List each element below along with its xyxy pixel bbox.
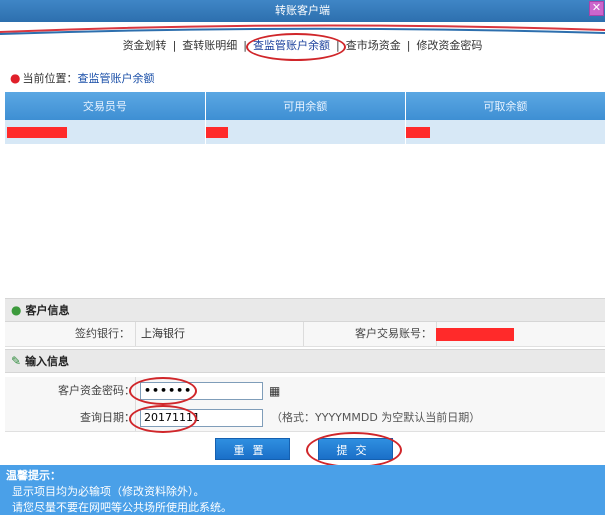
window-title: 转账客户端 (275, 4, 330, 17)
cell-divider (135, 322, 136, 346)
bank-label: 签约银行： (75, 327, 130, 340)
column-header-withdrawable-balance: 可取余额 (405, 92, 605, 120)
window-titlebar: 转账客户端 ✕ (0, 0, 605, 22)
location-link[interactable]: 查监管账户余额 (77, 72, 154, 85)
tips-line-2: 请您尽量不要在网吧等公共场所使用此系统。 (12, 501, 232, 514)
header-swoosh-decoration (0, 22, 605, 36)
breadcrumb: ● 当前位置：查监管账户余额 (10, 70, 154, 86)
keyboard-icon[interactable]: ▦ (269, 377, 280, 405)
cell-withdrawable-balance (405, 120, 605, 144)
location-pin-icon: ● (10, 71, 21, 85)
column-header-available-balance: 可用余额 (205, 92, 406, 120)
nav-item-transfer[interactable]: 资金划转 (120, 39, 170, 52)
account-label: 客户交易账号： (355, 327, 432, 340)
nav-separator: | (336, 39, 340, 52)
password-row: 客户资金密码： •••••• ▦ (5, 377, 605, 406)
tips-line-1: 显示项目均为必输项（修改资料除外）。 (12, 485, 205, 498)
cell-trader-id (5, 120, 206, 144)
nav-item-market-funds[interactable]: 查市场资金 (343, 39, 404, 52)
date-label: 查询日期： (80, 411, 135, 424)
nav-separator: | (406, 39, 411, 52)
tips-panel: 温馨提示： 显示项目均为必输项（修改资料除外）。 请您尽量不要在网吧等公共场所使… (0, 465, 605, 515)
redaction-block (436, 328, 514, 341)
cell-available-balance (205, 120, 406, 144)
password-label: 客户资金密码： (58, 384, 135, 397)
password-input[interactable]: •••••• (140, 382, 263, 400)
cell-divider (135, 405, 136, 431)
redaction-block (7, 127, 67, 138)
section-input-info: ✎ 输入信息 (5, 349, 605, 373)
nav-item-supervised-balance[interactable]: 查监管账户余额 (250, 39, 333, 52)
tips-title: 温馨提示： (6, 469, 61, 482)
date-input[interactable]: 20171111 (140, 409, 263, 427)
balance-table: 交易员号 可用余额 可取余额 (5, 92, 605, 144)
customer-info-row: 签约银行： 上海银行 客户交易账号： (5, 322, 605, 347)
close-icon[interactable]: ✕ (589, 1, 604, 16)
bank-value: 上海银行 (141, 327, 185, 340)
cell-divider (303, 322, 304, 346)
nav-item-transfer-detail[interactable]: 查转账明细 (179, 39, 240, 52)
reset-button[interactable]: 重置 (215, 438, 290, 460)
nav-separator: | (243, 39, 247, 52)
section-customer-info: ● 客户信息 (5, 298, 605, 322)
section-title-input-info: 输入信息 (25, 355, 70, 368)
nav-separator: | (172, 39, 177, 52)
table-row (5, 120, 605, 144)
person-icon: ● (11, 303, 22, 317)
nav-item-change-password[interactable]: 修改资金密码 (413, 39, 485, 52)
location-label: 当前位置： (22, 72, 78, 85)
redaction-block (405, 127, 430, 138)
column-header-trader-id: 交易员号 (5, 92, 206, 120)
section-title-customer-info: 客户信息 (25, 304, 70, 317)
top-nav: 资金划转 | 查转账明细 | 查监管账户余额 | 查市场资金 | 修改资金密码 (0, 36, 605, 56)
date-format-hint: （格式：YYYYMMDD 为空默认当前日期） (271, 411, 481, 424)
redaction-block (205, 127, 228, 138)
date-row: 查询日期： 20171111 （格式：YYYYMMDD 为空默认当前日期） (5, 405, 605, 432)
submit-button[interactable]: 提交 (318, 438, 393, 460)
cell-divider (135, 377, 136, 405)
edit-icon: ✎ (11, 354, 22, 368)
